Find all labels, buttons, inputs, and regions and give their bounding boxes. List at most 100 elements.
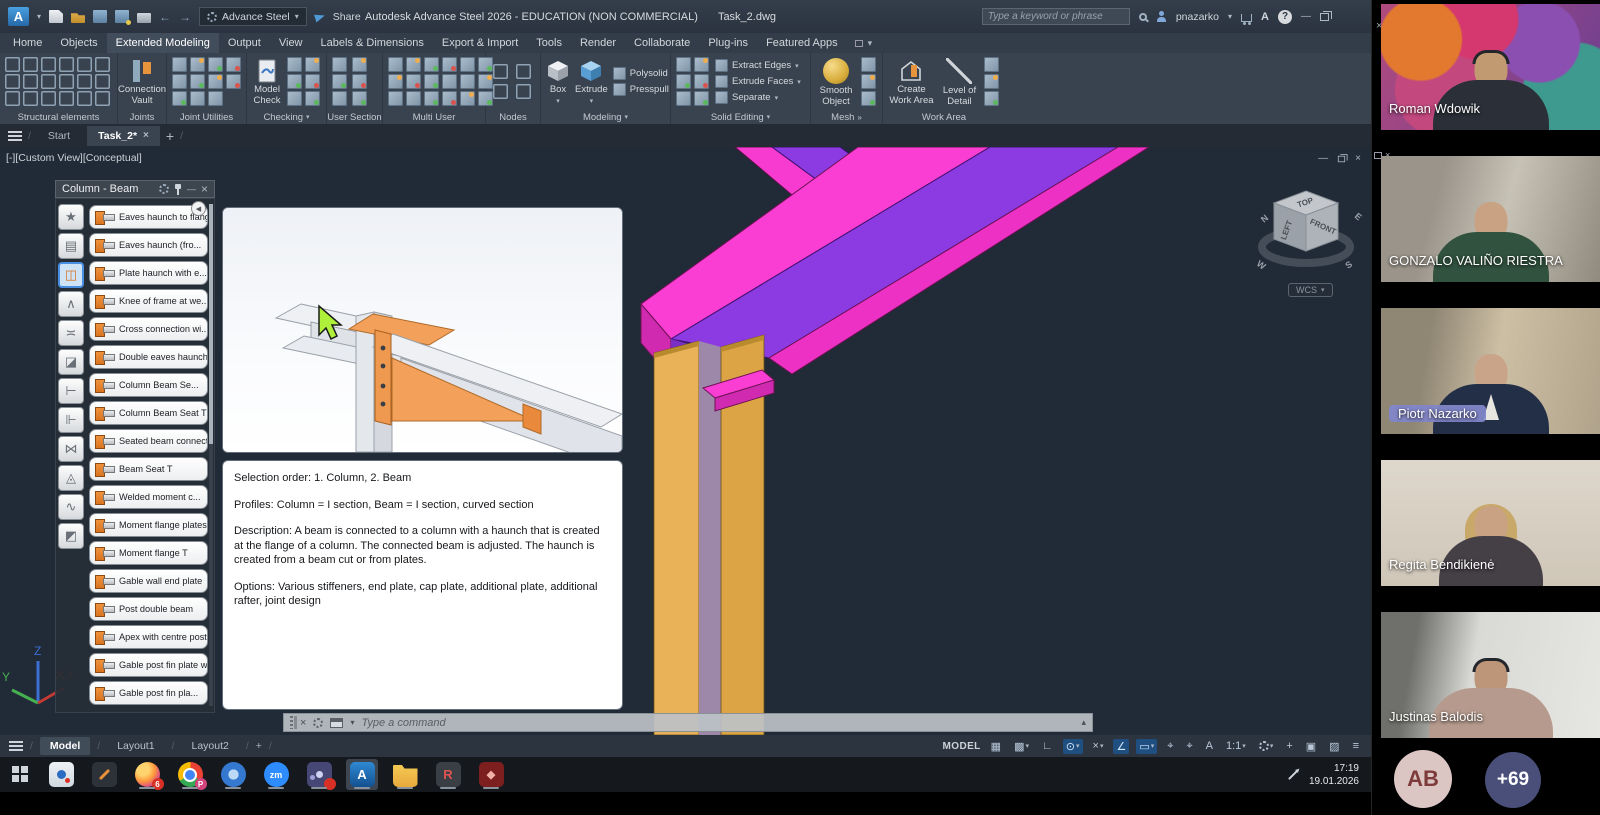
structural-tool-icon[interactable] (23, 57, 38, 72)
structural-tool-icon[interactable] (59, 74, 74, 89)
share-icon[interactable] (314, 11, 326, 22)
node-tool-icon[interactable] (516, 64, 531, 79)
search-icon[interactable] (1139, 13, 1147, 21)
isolate-objects-icon[interactable]: ▣ (1303, 739, 1319, 754)
structural-tool-icon[interactable] (59, 91, 74, 106)
structural-tool-icon[interactable] (95, 57, 110, 72)
viewport-minimize-icon[interactable] (1318, 153, 1328, 164)
lineweight-icon[interactable]: ⌖ (1164, 739, 1176, 754)
multi-user-icon[interactable] (442, 91, 457, 106)
command-input[interactable] (361, 717, 1074, 729)
list-item[interactable]: Gable post fin pla... (89, 681, 208, 705)
pen-tray-icon[interactable] (1288, 770, 1298, 780)
taskbar-clock[interactable]: 17:19 19.01.2026 (1309, 762, 1359, 788)
selection-cycling-icon[interactable]: ⌖ (1183, 739, 1195, 754)
joint-utility-icon[interactable] (190, 74, 205, 89)
tab-output[interactable]: Output (219, 33, 270, 53)
command-close-icon[interactable] (300, 717, 306, 729)
ribbon-collapse-icon[interactable] (868, 38, 873, 49)
tab-extended-modeling[interactable]: Extended Modeling (107, 33, 219, 53)
mesh-tool-icon[interactable] (861, 74, 876, 89)
category-icon[interactable] (58, 407, 84, 433)
multi-user-icon[interactable] (478, 57, 493, 72)
solid-editing-icon[interactable] (676, 57, 691, 72)
list-item[interactable]: Double eaves haunch... (89, 345, 208, 369)
taskbar-app-remote[interactable] (45, 759, 77, 790)
category-icon[interactable] (58, 465, 84, 491)
checking-tool-icon[interactable] (287, 91, 302, 106)
close-tab-icon[interactable] (143, 130, 149, 141)
user-section-icon[interactable] (352, 57, 367, 72)
structural-tool-icon[interactable] (5, 91, 20, 106)
list-item[interactable]: Gable post fin plate wi... (89, 653, 208, 677)
user-menu-arrow-icon[interactable] (1228, 12, 1232, 21)
polar-tracking-icon[interactable]: ⊙ (1063, 739, 1083, 754)
viewport-canvas[interactable]: Z Y X [-][Custom View][Conceptual] TOP L… (0, 147, 1371, 735)
structural-tool-icon[interactable] (59, 57, 74, 72)
grid-toggle-icon[interactable]: ▦ (988, 739, 1004, 754)
multi-user-icon[interactable] (424, 91, 439, 106)
command-history-icon[interactable] (350, 718, 354, 727)
share-label[interactable]: Share (333, 11, 361, 23)
viewcube-north[interactable]: N (1259, 213, 1270, 225)
box-button[interactable]: Box (546, 57, 570, 105)
solid-editing-icon[interactable] (676, 74, 691, 89)
list-item[interactable]: Moment flange plates (89, 513, 208, 537)
tab-plugins[interactable]: Plug-ins (699, 33, 757, 53)
separate-button[interactable]: Separate (715, 91, 801, 104)
customization-icon[interactable]: ≡ (1350, 739, 1362, 753)
joint-utility-icon[interactable] (208, 91, 223, 106)
category-column-beam-icon[interactable] (58, 262, 84, 288)
store-cart-icon[interactable] (1241, 14, 1252, 22)
participant-video[interactable]: Justinas Balodis (1381, 612, 1600, 738)
autodesk-icon[interactable] (1261, 11, 1269, 23)
joint-utility-icon[interactable] (172, 74, 187, 89)
work-area-tool-icon[interactable] (984, 57, 999, 72)
palette-minimize-icon[interactable] (187, 184, 196, 194)
viewcube-west[interactable]: W (1255, 258, 1268, 271)
structural-tool-icon[interactable] (77, 57, 92, 72)
checking-tool-icon[interactable] (287, 57, 302, 72)
node-tool-icon[interactable] (493, 84, 508, 99)
category-icon[interactable] (58, 320, 84, 346)
category-icon[interactable] (58, 291, 84, 317)
workspace-settings-icon[interactable] (1256, 740, 1277, 752)
tab-export-import[interactable]: Export & Import (433, 33, 527, 53)
multi-user-icon[interactable] (406, 74, 421, 89)
taskbar-app-teams[interactable] (303, 759, 335, 790)
structural-tool-icon[interactable] (77, 91, 92, 106)
palette-settings-icon[interactable] (159, 184, 169, 194)
graphics-performance-icon[interactable]: ▨ (1326, 739, 1342, 754)
command-scroll-up-icon[interactable] (1081, 717, 1086, 728)
taskbar-app-notes[interactable] (88, 759, 120, 790)
tab-labels-dimensions[interactable]: Labels & Dimensions (312, 33, 433, 53)
tab-view[interactable]: View (270, 33, 312, 53)
structural-tool-icon[interactable] (5, 74, 20, 89)
taskbar-app-photos[interactable] (217, 759, 249, 790)
open-file-icon[interactable] (71, 10, 85, 23)
solid-editing-icon[interactable] (676, 91, 691, 106)
list-item[interactable]: Eaves haunch (fro... (89, 233, 208, 257)
category-icon[interactable] (58, 436, 84, 462)
multi-user-icon[interactable] (460, 74, 475, 89)
tab-start[interactable]: Start (37, 126, 81, 146)
help-icon[interactable] (1278, 10, 1292, 24)
structural-tool-icon[interactable] (41, 74, 56, 89)
redo-icon[interactable] (179, 10, 191, 23)
connection-vault-button[interactable]: Connection Vault (118, 57, 166, 106)
presspull-button[interactable]: Presspull (613, 83, 669, 96)
save-as-icon[interactable] (115, 10, 129, 23)
wcs-selector[interactable]: WCS (1288, 283, 1333, 297)
list-item[interactable]: Plate haunch with e... (89, 261, 208, 285)
viewport-restore-icon[interactable] (1338, 155, 1345, 161)
view-cube[interactable]: TOP LEFT FRONT N W S E (1248, 165, 1368, 290)
category-icon[interactable] (58, 349, 84, 375)
list-item[interactable]: Gable wall end plate (89, 569, 208, 593)
space-indicator[interactable]: MODEL (943, 741, 981, 752)
participant-video[interactable]: GONZALO VALIÑO RIESTRA (1381, 156, 1600, 282)
taskbar-app-chrome[interactable]: P (174, 759, 206, 790)
viewcube-east[interactable]: E (1353, 211, 1364, 223)
node-tool-icon[interactable] (516, 84, 531, 99)
structural-tool-icon[interactable] (77, 74, 92, 89)
undo-icon[interactable] (159, 10, 171, 23)
